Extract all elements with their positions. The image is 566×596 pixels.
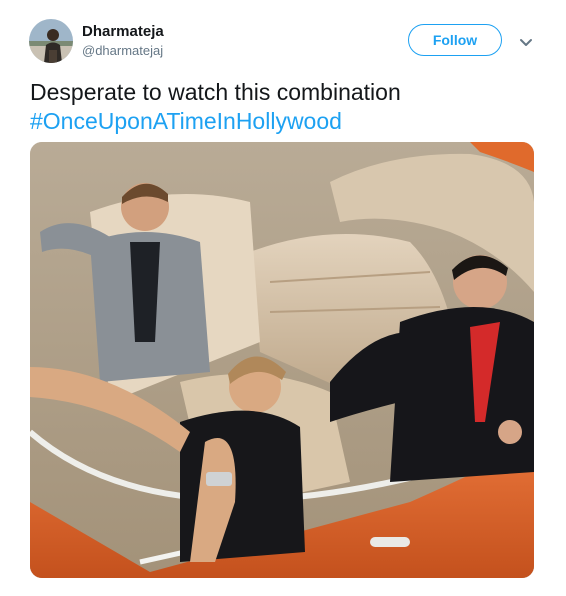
tweet-hashtag-link[interactable]: #OnceUponATimeInHollywood — [30, 107, 342, 135]
author-handle[interactable]: @dharmatejaj — [82, 43, 163, 58]
author-avatar[interactable] — [29, 19, 73, 63]
user-avatar-image — [29, 19, 73, 63]
chevron-down-icon[interactable] — [519, 35, 533, 46]
author-display-name[interactable]: Dharmateja — [82, 23, 164, 40]
tweet-media-photo[interactable] — [30, 142, 534, 578]
tweet-card: Dharmateja @dharmatejaj Follow Desperate… — [0, 0, 566, 596]
follow-button[interactable]: Follow — [408, 24, 502, 56]
tweet-text: Desperate to watch this combination — [30, 79, 401, 105]
